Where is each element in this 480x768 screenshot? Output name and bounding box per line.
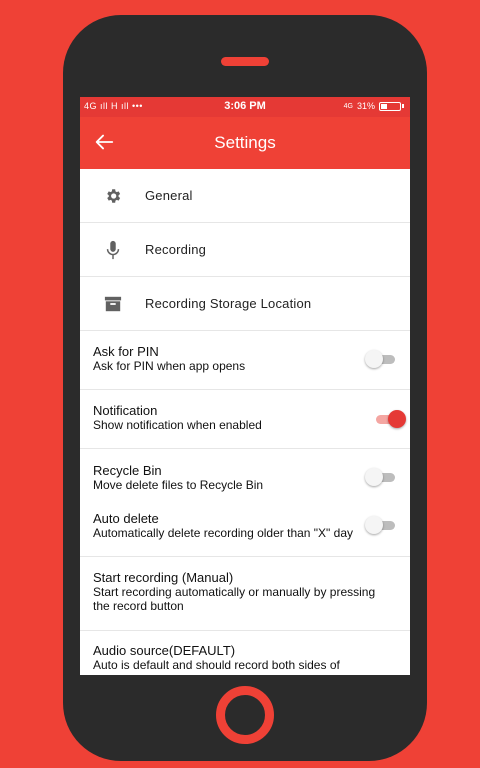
setting-subtitle: Auto is default and should record both s…	[93, 658, 340, 672]
app-bar: Settings	[80, 117, 410, 169]
battery-tip	[402, 104, 404, 108]
auto-delete-toggle[interactable]	[365, 515, 399, 535]
battery-icon	[379, 101, 401, 111]
menu-label: Recording Storage Location	[145, 296, 312, 311]
gear-icon	[80, 187, 145, 205]
setting-subtitle: Automatically delete recording older tha…	[93, 526, 353, 540]
setting-title: Start recording (Manual)	[93, 570, 234, 585]
setting-start-recording[interactable]: Start recording (Manual) Start recording…	[80, 557, 410, 631]
menu-label: General	[145, 188, 193, 203]
status-bar: 4G ıll H ıll ••• 3:06 PM 4G 31%	[80, 97, 410, 117]
menu-item-recording[interactable]: Recording	[80, 223, 410, 277]
menu-label: Recording	[145, 242, 207, 257]
network-type: 4G	[343, 102, 353, 110]
setting-notification[interactable]: Notification Show notification when enab…	[80, 390, 410, 449]
toggle-thumb	[388, 410, 406, 428]
notification-toggle[interactable]	[372, 409, 406, 429]
toggle-thumb	[365, 468, 383, 486]
toggle-thumb	[365, 516, 383, 534]
setting-auto-delete[interactable]: Auto delete Automatically delete recordi…	[80, 499, 410, 557]
setting-title: Audio source(DEFAULT)	[93, 643, 236, 658]
phone-speaker	[221, 57, 269, 66]
setting-title: Ask for PIN	[93, 344, 159, 359]
setting-ask-pin[interactable]: Ask for PIN Ask for PIN when app opens	[80, 331, 410, 390]
setting-subtitle: Move delete files to Recycle Bin	[93, 478, 264, 492]
toggle-thumb	[365, 350, 383, 368]
setting-title: Recycle Bin	[93, 463, 162, 478]
menu-item-general[interactable]: General	[80, 169, 410, 223]
recycle-bin-toggle[interactable]	[365, 467, 399, 487]
status-right: 4G 31%	[344, 101, 404, 111]
setting-subtitle: Show notification when enabled	[93, 418, 262, 432]
setting-title: Auto delete	[93, 511, 159, 526]
setting-subtitle: Ask for PIN when app opens	[93, 359, 246, 373]
archive-box-icon	[80, 295, 145, 313]
setting-recycle-bin[interactable]: Recycle Bin Move delete files to Recycle…	[80, 449, 410, 499]
battery-percent: 31%	[356, 101, 375, 111]
page-title: Settings	[214, 133, 276, 152]
setting-title: Notification	[93, 403, 158, 418]
home-button[interactable]	[216, 686, 274, 744]
setting-audio-source[interactable]: Audio source(DEFAULT) Auto is default an…	[80, 631, 410, 675]
ask-pin-toggle[interactable]	[365, 349, 399, 369]
menu-item-storage-location[interactable]: Recording Storage Location	[80, 277, 410, 331]
microphone-icon	[80, 240, 145, 260]
setting-subtitle: Start recording automatically or manuall…	[93, 585, 376, 613]
screen: 4G ıll H ıll ••• 3:06 PM 4G 31% Settings…	[80, 97, 410, 675]
